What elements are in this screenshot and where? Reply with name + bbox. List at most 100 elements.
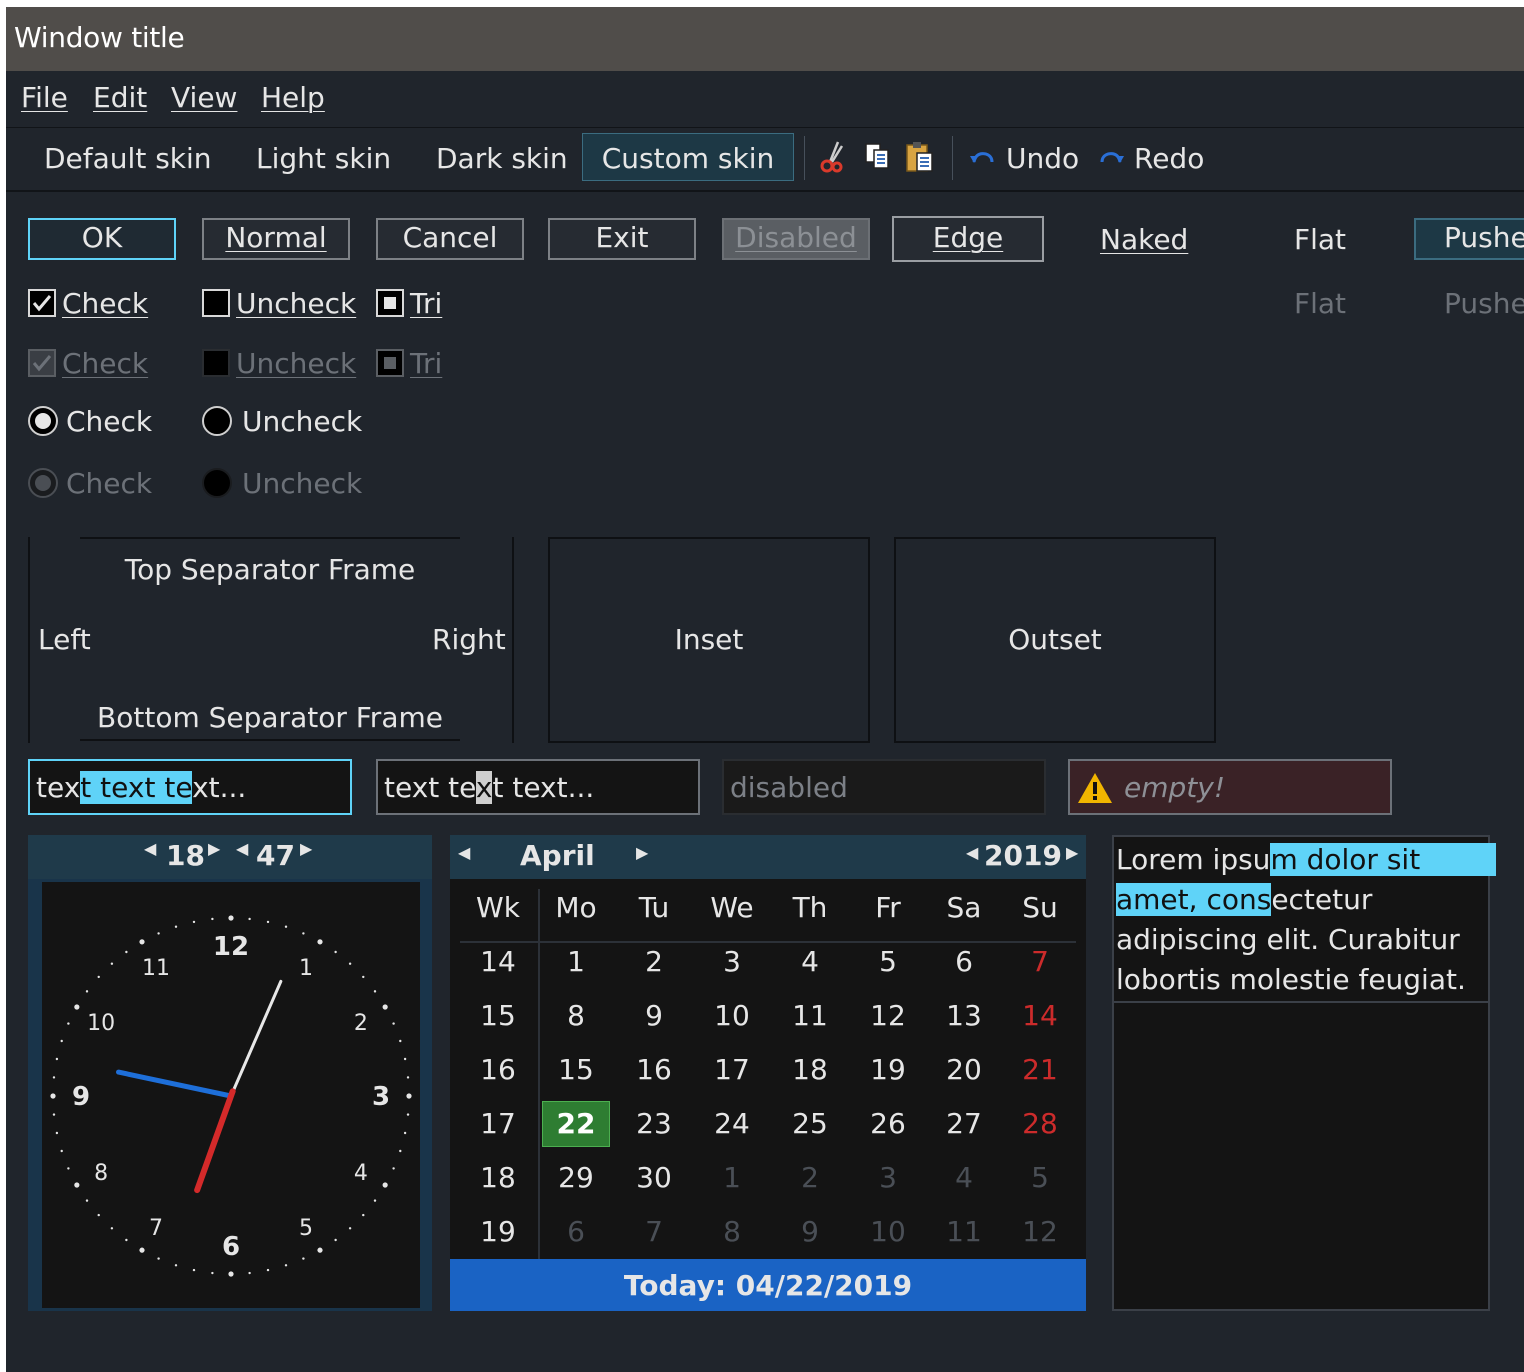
calendar-day[interactable]: 12 xyxy=(850,999,926,1032)
calendar-day[interactable]: 5 xyxy=(850,945,926,978)
checkbox-check-label[interactable]: Check xyxy=(62,287,148,320)
calendar-year[interactable]: 2019 xyxy=(984,839,1062,872)
calendar-day[interactable]: 11 xyxy=(926,1215,1002,1248)
minute-tick xyxy=(110,962,114,965)
calendar-day[interactable]: 2 xyxy=(616,945,692,978)
text-input-focused[interactable]: text text text... xyxy=(28,759,352,815)
exit-button[interactable]: Exit xyxy=(548,218,696,260)
today-label[interactable]: Today: 04/22/2019 xyxy=(450,1269,1086,1302)
calendar-day[interactable]: 25 xyxy=(772,1107,848,1140)
calendar-day[interactable]: 26 xyxy=(850,1107,926,1140)
calendar-day[interactable]: 3 xyxy=(694,945,770,978)
calendar-today-bar[interactable]: Today: 04/22/2019 xyxy=(450,1259,1086,1311)
calendar-day[interactable]: 30 xyxy=(616,1161,692,1194)
year-next-icon[interactable]: ▶ xyxy=(1066,843,1078,862)
text-input-empty[interactable]: empty! xyxy=(1068,759,1392,815)
calendar-day[interactable]: 1 xyxy=(694,1161,770,1194)
clock-hour[interactable]: 18 xyxy=(166,839,205,872)
calendar-day[interactable]: 14 xyxy=(1002,999,1078,1032)
calendar-day[interactable]: 22 xyxy=(542,1101,610,1147)
checkbox-tri-label[interactable]: Tri xyxy=(410,287,442,320)
calendar-day[interactable]: 18 xyxy=(772,1053,848,1086)
calendar-day[interactable]: 11 xyxy=(772,999,848,1032)
calendar-day[interactable]: 21 xyxy=(1002,1053,1078,1086)
naked-button[interactable]: Naked xyxy=(1100,223,1188,256)
ok-button[interactable]: OK xyxy=(28,218,176,260)
calendar-day[interactable]: 19 xyxy=(850,1053,926,1086)
redo-icon[interactable] xyxy=(1098,148,1126,168)
default-skin-button[interactable]: Default skin xyxy=(44,142,212,175)
calendar-day[interactable]: 4 xyxy=(772,945,848,978)
calendar-day[interactable]: 20 xyxy=(926,1053,1002,1086)
calendar-day[interactable]: 17 xyxy=(694,1053,770,1086)
calendar-grid: Wk Mo Tu We Th Fr Sa Su 14 1 2 3 4 5 6 7 15 8 9 10 11 12 13 14 1… xyxy=(450,879,1086,1259)
calendar-day[interactable]: 29 xyxy=(538,1161,614,1194)
minute-tick xyxy=(362,1213,365,1217)
calendar-day[interactable]: 6 xyxy=(926,945,1002,978)
radio-uncheck-label[interactable]: Uncheck xyxy=(242,405,362,438)
menu-view[interactable]: View xyxy=(171,81,237,114)
light-skin-button[interactable]: Light skin xyxy=(256,142,391,175)
calendar-day[interactable]: 8 xyxy=(694,1215,770,1248)
month-prev-icon[interactable]: ◀ xyxy=(458,843,470,862)
calendar-day[interactable]: 5 xyxy=(1002,1161,1078,1194)
calendar-day[interactable]: 28 xyxy=(1002,1107,1078,1140)
menu-help[interactable]: Help xyxy=(261,81,325,114)
calendar-day[interactable]: 4 xyxy=(926,1161,1002,1194)
radio-checked[interactable] xyxy=(28,406,58,436)
calendar-day[interactable]: 7 xyxy=(616,1215,692,1248)
redo-button[interactable]: Redo xyxy=(1134,142,1204,175)
calendar-day[interactable]: 9 xyxy=(616,999,692,1032)
minute-prev-icon[interactable]: ◀ xyxy=(236,839,248,858)
year-prev-icon[interactable]: ◀ xyxy=(966,843,978,862)
calendar-day[interactable]: 12 xyxy=(1002,1215,1078,1248)
checkbox-tristate[interactable] xyxy=(376,289,404,317)
normal-button[interactable]: Normal xyxy=(202,218,350,260)
calendar-day[interactable]: 3 xyxy=(850,1161,926,1194)
custom-skin-button[interactable]: Custom skin xyxy=(582,133,794,181)
calendar-day[interactable]: 9 xyxy=(772,1215,848,1248)
hour-next-icon[interactable]: ▶ xyxy=(208,839,220,858)
calendar-day[interactable]: 16 xyxy=(616,1053,692,1086)
edge-button[interactable]: Edge xyxy=(892,216,1044,262)
checkbox-uncheck-label[interactable]: Uncheck xyxy=(236,287,356,320)
paste-icon[interactable] xyxy=(904,140,936,174)
title-bar[interactable]: Window title xyxy=(6,7,1524,71)
flat-button[interactable]: Flat xyxy=(1294,223,1346,256)
checkbox-checked[interactable] xyxy=(28,289,56,317)
pushed-button[interactable]: Pushed xyxy=(1414,218,1524,260)
hour-prev-icon[interactable]: ◀ xyxy=(144,839,156,858)
multiline-text-area[interactable]: Lorem ipsum dolor sit amet, consectetur … xyxy=(1112,835,1497,1311)
undo-button[interactable]: Undo xyxy=(1006,142,1079,175)
copy-icon[interactable] xyxy=(862,140,894,174)
calendar-day[interactable]: 15 xyxy=(538,1053,614,1086)
month-next-icon[interactable]: ▶ xyxy=(636,843,648,862)
calendar-day[interactable]: 10 xyxy=(850,1215,926,1248)
calendar-day[interactable]: 10 xyxy=(694,999,770,1032)
undo-icon[interactable] xyxy=(968,148,996,168)
calendar-day[interactable]: 13 xyxy=(926,999,1002,1032)
dark-skin-button[interactable]: Dark skin xyxy=(436,142,568,175)
calendar-day[interactable]: 23 xyxy=(616,1107,692,1140)
menu-file[interactable]: File xyxy=(21,81,68,114)
calendar-day[interactable]: 6 xyxy=(538,1215,614,1248)
radio-unchecked[interactable] xyxy=(202,406,232,436)
radio-check-label[interactable]: Check xyxy=(66,405,152,438)
text-input[interactable]: text text text... xyxy=(376,759,700,815)
minute-tick xyxy=(192,920,196,924)
calendar-day[interactable]: 24 xyxy=(694,1107,770,1140)
clock-minute[interactable]: 47 xyxy=(256,839,295,872)
minute-tick xyxy=(85,1199,89,1202)
menu-edit[interactable]: Edit xyxy=(93,81,147,114)
cancel-button[interactable]: Cancel xyxy=(376,218,524,260)
cut-icon[interactable] xyxy=(818,140,850,174)
calendar-day[interactable]: 2 xyxy=(772,1161,848,1194)
minute-next-icon[interactable]: ▶ xyxy=(300,839,312,858)
checkbox-unchecked[interactable] xyxy=(202,289,230,317)
calendar-day[interactable]: 7 xyxy=(1002,945,1078,978)
calendar-weekday-header: Fr xyxy=(875,891,901,924)
calendar-day[interactable]: 1 xyxy=(538,945,614,978)
calendar-day[interactable]: 27 xyxy=(926,1107,1002,1140)
calendar-day[interactable]: 8 xyxy=(538,999,614,1032)
calendar-month[interactable]: April xyxy=(520,839,595,872)
